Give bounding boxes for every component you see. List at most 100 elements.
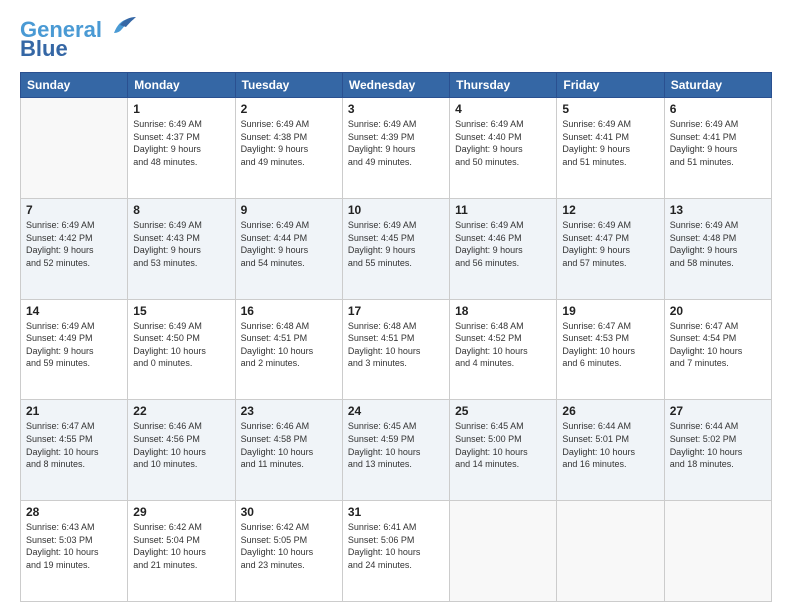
sunset-text: Sunset: 5:02 PM — [670, 433, 766, 446]
calendar-cell: 1Sunrise: 6:49 AMSunset: 4:37 PMDaylight… — [128, 98, 235, 199]
daylight-text-cont: and 51 minutes. — [562, 156, 658, 169]
day-info: Sunrise: 6:49 AMSunset: 4:41 PMDaylight:… — [562, 118, 658, 168]
sunrise-text: Sunrise: 6:49 AM — [348, 219, 444, 232]
daylight-text: Daylight: 10 hours — [348, 345, 444, 358]
logo-bird-icon — [106, 15, 138, 37]
day-number: 10 — [348, 203, 444, 217]
daylight-text: Daylight: 10 hours — [133, 546, 229, 559]
calendar-cell: 3Sunrise: 6:49 AMSunset: 4:39 PMDaylight… — [342, 98, 449, 199]
daylight-text: Daylight: 10 hours — [670, 345, 766, 358]
daylight-text: Daylight: 9 hours — [455, 244, 551, 257]
calendar-cell: 25Sunrise: 6:45 AMSunset: 5:00 PMDayligh… — [450, 400, 557, 501]
sunset-text: Sunset: 4:37 PM — [133, 131, 229, 144]
day-number: 31 — [348, 505, 444, 519]
day-info: Sunrise: 6:49 AMSunset: 4:38 PMDaylight:… — [241, 118, 337, 168]
day-info: Sunrise: 6:46 AMSunset: 4:58 PMDaylight:… — [241, 420, 337, 470]
sunrise-text: Sunrise: 6:48 AM — [348, 320, 444, 333]
calendar-cell: 9Sunrise: 6:49 AMSunset: 4:44 PMDaylight… — [235, 198, 342, 299]
calendar-header-row: SundayMondayTuesdayWednesdayThursdayFrid… — [21, 73, 772, 98]
calendar-table: SundayMondayTuesdayWednesdayThursdayFrid… — [20, 72, 772, 602]
day-info: Sunrise: 6:47 AMSunset: 4:54 PMDaylight:… — [670, 320, 766, 370]
sunset-text: Sunset: 5:03 PM — [26, 534, 122, 547]
daylight-text-cont: and 14 minutes. — [455, 458, 551, 471]
calendar-cell — [21, 98, 128, 199]
day-number: 21 — [26, 404, 122, 418]
calendar-cell: 5Sunrise: 6:49 AMSunset: 4:41 PMDaylight… — [557, 98, 664, 199]
sunset-text: Sunset: 4:46 PM — [455, 232, 551, 245]
calendar-cell: 2 Sunrise: 6:49 AMSunset: 4:38 PMDaylight… — [235, 98, 342, 199]
sunset-text: Sunset: 4:58 PM — [241, 433, 337, 446]
sunrise-text: Sunrise: 6:49 AM — [348, 118, 444, 131]
daylight-text: Daylight: 10 hours — [133, 345, 229, 358]
sunrise-text: Sunrise: 6:48 AM — [241, 320, 337, 333]
daylight-text-cont: and 49 minutes. — [241, 156, 337, 169]
col-header-friday: Friday — [557, 73, 664, 98]
daylight-text: Daylight: 9 hours — [670, 143, 766, 156]
sunset-text: Sunset: 4:42 PM — [26, 232, 122, 245]
day-number: 15 — [133, 304, 229, 318]
calendar-cell: 17Sunrise: 6:48 AMSunset: 4:51 PMDayligh… — [342, 299, 449, 400]
day-info: Sunrise: 6:49 AMSunset: 4:48 PMDaylight:… — [670, 219, 766, 269]
calendar-cell — [450, 501, 557, 602]
calendar-cell: 30Sunrise: 6:42 AMSunset: 5:05 PMDayligh… — [235, 501, 342, 602]
day-info: Sunrise: 6:42 AMSunset: 5:04 PMDaylight:… — [133, 521, 229, 571]
daylight-text-cont: and 16 minutes. — [562, 458, 658, 471]
day-number: 1 — [133, 102, 229, 116]
calendar-cell: 20Sunrise: 6:47 AMSunset: 4:54 PMDayligh… — [664, 299, 771, 400]
page: General Blue SundayMondayTuesdayWednesda… — [0, 0, 792, 612]
calendar-cell: 4 Sunrise: 6:49 AMSunset: 4:40 PMDaylight… — [450, 98, 557, 199]
daylight-text-cont: and 6 minutes. — [562, 357, 658, 370]
daylight-text-cont: and 3 minutes. — [348, 357, 444, 370]
sunset-text: Sunset: 4:49 PM — [26, 332, 122, 345]
calendar-cell: 12Sunrise: 6:49 AMSunset: 4:47 PMDayligh… — [557, 198, 664, 299]
sunset-text: Sunset: 4:53 PM — [562, 332, 658, 345]
calendar-cell: 31 Sunrise: 6:41 AMSunset: 5:06 PMDayligh… — [342, 501, 449, 602]
logo-blue: Blue — [20, 36, 68, 62]
daylight-text: Daylight: 10 hours — [26, 446, 122, 459]
day-info: Sunrise: 6:41 AMSunset: 5:06 PMDaylight:… — [348, 521, 444, 571]
sunrise-text: Sunrise: 6:49 AM — [670, 219, 766, 232]
sunrise-text: Sunrise: 6:49 AM — [26, 320, 122, 333]
day-info: Sunrise: 6:43 AMSunset: 5:03 PMDaylight:… — [26, 521, 122, 571]
sunrise-text: Sunrise: 6:49 AM — [133, 118, 229, 131]
daylight-text-cont: and 10 minutes. — [133, 458, 229, 471]
daylight-text: Daylight: 10 hours — [562, 446, 658, 459]
calendar-cell: 27Sunrise: 6:44 AMSunset: 5:02 PMDayligh… — [664, 400, 771, 501]
day-number: 16 — [241, 304, 337, 318]
col-header-tuesday: Tuesday — [235, 73, 342, 98]
logo: General Blue — [20, 18, 138, 62]
calendar-cell: 22Sunrise: 6:46 AMSunset: 4:56 PMDayligh… — [128, 400, 235, 501]
daylight-text: Daylight: 10 hours — [562, 345, 658, 358]
daylight-text: Daylight: 10 hours — [348, 446, 444, 459]
day-number: 28 — [26, 505, 122, 519]
calendar-cell — [664, 501, 771, 602]
day-number: 2 — [241, 102, 337, 116]
daylight-text: Daylight: 9 hours — [26, 345, 122, 358]
day-info: Sunrise: 6:47 AMSunset: 4:53 PMDaylight:… — [562, 320, 658, 370]
sunset-text: Sunset: 4:51 PM — [348, 332, 444, 345]
sunset-text: Sunset: 4:59 PM — [348, 433, 444, 446]
sunset-text: Sunset: 5:06 PM — [348, 534, 444, 547]
daylight-text: Daylight: 10 hours — [241, 345, 337, 358]
day-number: 8 — [133, 203, 229, 217]
sunset-text: Sunset: 4:44 PM — [241, 232, 337, 245]
day-number: 12 — [562, 203, 658, 217]
day-info: Sunrise: 6:44 AMSunset: 5:02 PMDaylight:… — [670, 420, 766, 470]
daylight-text: Daylight: 10 hours — [348, 546, 444, 559]
col-header-wednesday: Wednesday — [342, 73, 449, 98]
day-info: Sunrise: 6:49 AMSunset: 4:41 PMDaylight:… — [670, 118, 766, 168]
day-number: 4 — [455, 102, 551, 116]
day-info: Sunrise: 6:49 AMSunset: 4:40 PMDaylight:… — [455, 118, 551, 168]
daylight-text: Daylight: 10 hours — [26, 546, 122, 559]
day-number: 7 — [26, 203, 122, 217]
sunset-text: Sunset: 4:39 PM — [348, 131, 444, 144]
sunrise-text: Sunrise: 6:49 AM — [455, 219, 551, 232]
sunset-text: Sunset: 4:54 PM — [670, 332, 766, 345]
calendar-week-row: 7 Sunrise: 6:49 AM Sunset: 4:42 PM Daylight… — [21, 198, 772, 299]
daylight-text: Daylight: 10 hours — [241, 446, 337, 459]
sunrise-text: Sunrise: 6:45 AM — [348, 420, 444, 433]
day-info: Sunrise: 6:48 AMSunset: 4:51 PMDaylight:… — [348, 320, 444, 370]
day-info: Sunrise: 6:49 AMSunset: 4:39 PMDaylight:… — [348, 118, 444, 168]
calendar-cell: 11Sunrise: 6:49 AMSunset: 4:46 PMDayligh… — [450, 198, 557, 299]
daylight-text-cont: and 7 minutes. — [670, 357, 766, 370]
